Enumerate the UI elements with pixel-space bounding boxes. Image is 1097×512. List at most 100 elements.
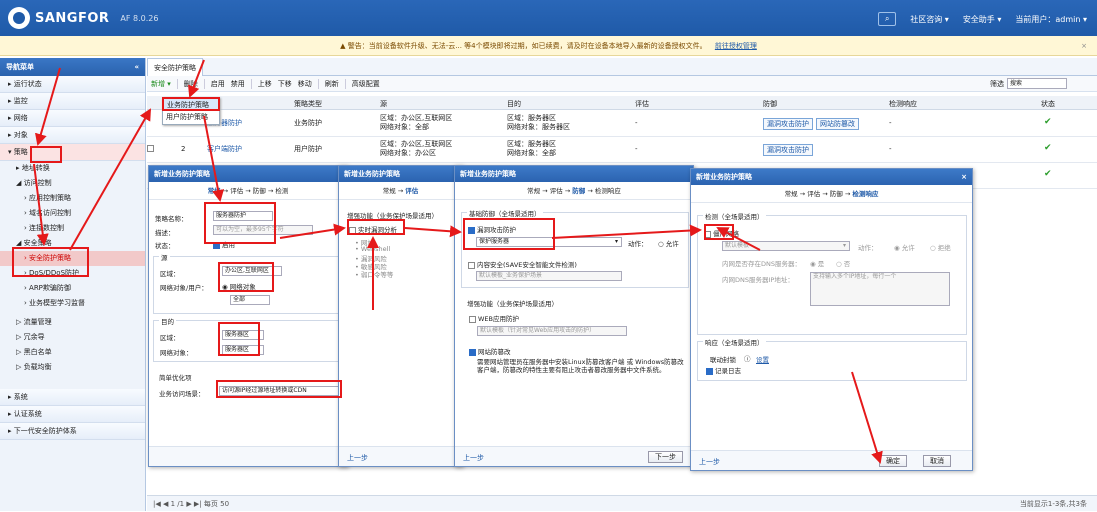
waf-template-select[interactable]: 默认模板（针对常见Web应用攻击的防护） [477,326,627,336]
dns-addr-textarea[interactable]: 支持输入多个IP地址，每行一个 [810,272,950,306]
dialog-footer: 上一步 下一步 [455,446,693,466]
netobj-label: 网络对象/用户： [160,284,208,292]
dest-legend: 目的 [159,316,176,326]
search-icon[interactable]: ⌕ [878,12,897,26]
waf-checkbox[interactable] [469,315,476,323]
search-input[interactable]: 搜索 [1007,78,1067,89]
step-eval[interactable]: 评估 [230,187,243,195]
sidebar-sub-arp[interactable]: › ARP欺骗防御 [0,281,145,296]
prev-button[interactable]: 上一步 [699,457,720,467]
sidebar-sub-lb[interactable]: ▷ 负载均衡 [0,360,145,375]
row-checkbox[interactable] [147,144,154,152]
dns-no-radio[interactable]: ○ 否 [836,258,850,268]
content-template-select[interactable]: 默认模板_业务保护场景 [476,271,622,281]
ok-button[interactable]: 确定 [879,455,907,467]
sidebar-item-objects[interactable]: ▸ 对象 [0,127,145,144]
per-page-select[interactable]: 每页 50 [204,500,229,508]
step-detect[interactable]: 检测 [275,187,288,195]
sidebar-item-ngsec[interactable]: ▸ 下一代安全防护体系 [0,423,145,440]
table-row[interactable]: 2 客户端防护 用户防护 区域：办公区,互联网区 网络对象：办公区 区域：服务器… [147,137,1097,163]
move-up-button[interactable]: 上移 [258,79,272,89]
sidebar-item-network[interactable]: ▸ 网络 [0,110,145,127]
table-row[interactable]: 1 服务器防护 业务防护 区域：办公区,互联网区 网络对象：全部 区域：服务器区… [147,111,1097,137]
sidebar-item-auth[interactable]: ▸ 认证系统 [0,406,145,423]
sidebar-sub-model[interactable]: › 业务模型学习监督 [0,296,145,311]
step-general[interactable]: 常规 [383,187,396,195]
sidebar-item-monitor[interactable]: ▸ 监控 [0,93,145,110]
tab-protect-policy[interactable]: 安全防护策略 [147,58,203,76]
sidebar: 导航菜单 « ▸ 运行状态 ▸ 监控 ▸ 网络 ▸ 对象 ▾ 策略 ▸ 地址转换… [0,58,146,511]
sidebar-item-status[interactable]: ▸ 运行状态 [0,76,145,93]
dns-no-label: 否 [843,260,851,268]
tamper-checkbox[interactable] [469,348,476,356]
disable-button[interactable]: 禁用 [231,79,245,89]
sidebar-sub-nat[interactable]: ▸ 地址转换 [0,161,145,176]
step-general[interactable]: 常规 [208,187,221,195]
deny-label: 拒绝 [937,244,951,252]
step-defense[interactable]: 防御 [830,190,843,198]
sidebar-item-policy[interactable]: ▾ 策略 [0,144,145,161]
sidebar-sub-traffic[interactable]: ▷ 流量管理 [0,315,145,330]
move-button[interactable]: 移动 [298,79,312,89]
add-button[interactable]: 新增 ▾ [151,79,171,89]
next-button[interactable]: 下一步 [648,451,683,463]
step-defense[interactable]: 防御 [253,187,266,195]
sidebar-sub-domain[interactable]: › 域名访问控制 [0,206,145,221]
sidebar-item-label: 系统 [13,393,28,401]
close-icon[interactable]: × [961,169,967,185]
response-fieldset: 响应（全场景适用） 联动封锁 ⓘ 设置 记录日志 [697,337,967,381]
defense-tag[interactable]: 网站防篡改 [816,118,859,130]
zone-label: 区域： [160,270,180,278]
pager-nav[interactable]: |◀ ◀ [153,500,171,508]
pager-nav[interactable]: ▶ ▶| [186,500,204,508]
delete-button[interactable]: 删除 [184,79,198,89]
menu-community[interactable]: 社区咨询 ▾ [910,14,949,25]
src-netobj-input[interactable]: 全部 [230,295,270,305]
log-checkbox[interactable] [706,367,713,375]
sidebar-sub-appctl[interactable]: › 应用控制策略 [0,191,145,206]
menu-assistant[interactable]: 安全助手 ▾ [963,14,1002,25]
menu-user[interactable]: 当前用户：admin ▾ [1015,14,1087,25]
setting-link[interactable]: 设置 [756,354,769,364]
sidebar-sub-conn[interactable]: › 连接数控制 [0,221,145,236]
prev-button[interactable]: 上一步 [463,453,484,463]
dns-yes-radio[interactable]: ◉ 是 [810,258,824,268]
step-eval[interactable]: 评估 [550,187,563,195]
prev-button[interactable]: 上一步 [347,453,368,463]
page-input[interactable]: 1 [171,500,175,508]
allow-radio[interactable]: ○ 允许 [658,238,679,248]
allow-radio[interactable]: ◉ 允许 [894,242,915,252]
toolbar: 新增 ▾ 删除 启用 禁用 上移 下移 移动 刷新 高级配置 [147,76,1097,92]
step-detect[interactable]: 检测响应 [852,190,878,198]
content-checkbox[interactable] [468,261,475,269]
annotation-box [347,219,405,235]
row-name[interactable]: 客户端防护 [207,145,242,154]
step-eval[interactable]: 评估 [405,187,418,195]
dialog-title-text: 新增业务防护策略 [696,173,752,181]
sidebar-sub-redund[interactable]: ▷ 冗余导 [0,330,145,345]
sidebar-sub-bwlist[interactable]: ▷ 黑白名单 [0,345,145,360]
refresh-button[interactable]: 刷新 [325,79,339,89]
dns-label: 内网是否存在DNS服务器： [722,260,801,268]
move-down-button[interactable]: 下移 [278,79,292,89]
deny-radio[interactable]: ○ 拒绝 [930,242,951,252]
filter-label[interactable]: 筛选 [990,79,1004,89]
close-icon[interactable]: × [1081,36,1087,56]
dialog-title: 新增业务防护策略 [339,166,462,182]
botnet-template-select[interactable]: 默认模板 ▾ [722,241,850,251]
menu-item-user-protect[interactable]: 用户防护策略 [163,111,219,124]
cancel-button[interactable]: 取消 [923,455,951,467]
collapse-icon[interactable]: « [134,58,139,76]
step-defense[interactable]: 防御 [572,187,585,195]
license-link[interactable]: 前往授权管理 [715,42,757,50]
step-detect[interactable]: 检测响应 [595,187,621,195]
defense-tag[interactable]: 漏洞攻击防护 [763,118,813,130]
sidebar-sub-acl[interactable]: ◢ 访问控制 [0,176,145,191]
defense-tag[interactable]: 漏洞攻击防护 [763,144,813,156]
enable-button[interactable]: 启用 [211,79,225,89]
sidebar-item-system[interactable]: ▸ 系统 [0,389,145,406]
step-general[interactable]: 常规 [785,190,798,198]
advanced-button[interactable]: 高级配置 [352,79,380,89]
step-general[interactable]: 常规 [527,187,540,195]
step-eval[interactable]: 评估 [807,190,820,198]
